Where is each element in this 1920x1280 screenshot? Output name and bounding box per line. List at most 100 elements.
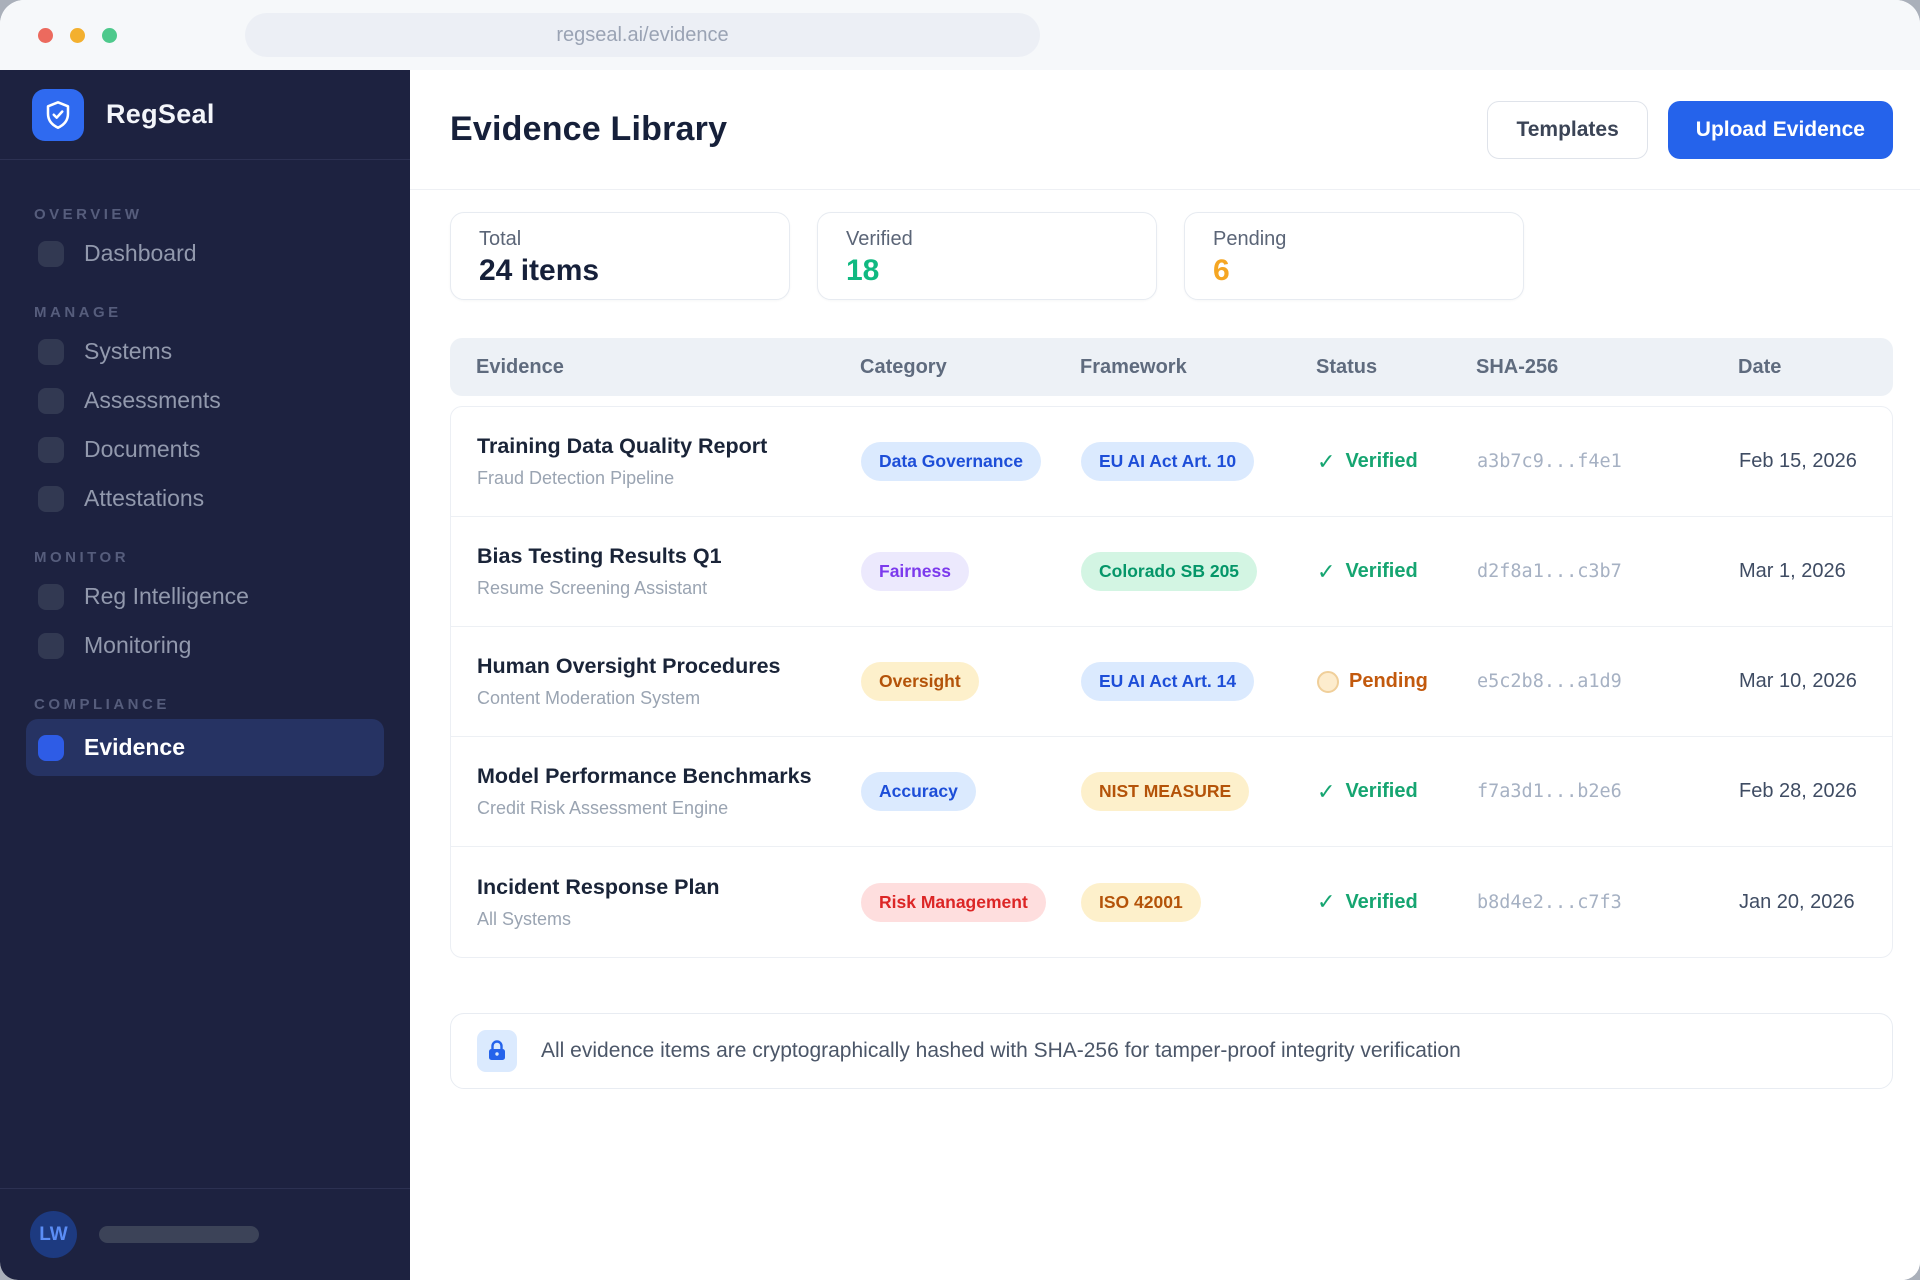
upload-evidence-button[interactable]: Upload Evidence [1667,100,1893,159]
sha256-hash: b8d4e2...c7f3 [1477,891,1622,913]
stat-card-verified: Verified 18 [817,212,1157,300]
page-title: Evidence Library [450,110,728,148]
check-icon: ✓ [1317,448,1336,474]
sidebar-item-documents[interactable]: Documents [26,425,384,474]
status-label: Pending [1349,670,1428,692]
framework-badge: ISO 42001 [1081,882,1201,922]
sidebar-user-footer: LW [0,1188,410,1280]
column-header-category: Category [860,355,947,378]
address-bar[interactable]: regseal.ai/evidence [245,13,1040,57]
sha256-hash: a3b7c9...f4e1 [1477,451,1622,472]
framework-badge: EU AI Act Art. 14 [1081,662,1255,701]
sidebar-item-attestations[interactable]: Attestations [26,474,384,523]
evidence-name: Human Oversight Procedures [477,654,781,678]
framework-badge: NIST MEASURE [1081,772,1250,811]
column-header-status: Status [1316,355,1378,378]
stat-cards: Total 24 items Verified 18 Pending 6 [450,212,1893,300]
evidence-date: Feb 28, 2026 [1739,780,1857,802]
pending-circle-icon [1317,670,1339,693]
close-window-icon[interactable] [38,27,53,43]
evidence-name: Incident Response Plan [477,874,720,899]
stat-label: Total [479,228,522,250]
stat-card-total: Total 24 items [450,212,790,300]
sidebar-item-label: Reg Intelligence [84,583,249,609]
status-badge: ✓ Verified [1317,449,1477,475]
category-badge: Fairness [861,552,969,591]
status-badge: ✓ Verified [1317,779,1477,805]
check-icon: ✓ [1317,558,1336,584]
status-label: Verified [1345,890,1418,913]
sidebar-item-label: Evidence [84,734,185,760]
check-icon: ✓ [1317,778,1336,804]
status-label: Verified [1345,450,1418,472]
check-icon: ✓ [1317,889,1336,914]
sha256-hash: f7a3d1...b2e6 [1477,781,1622,802]
sidebar-item-monitoring[interactable]: Monitoring [26,621,384,670]
sidebar-item-systems[interactable]: Systems [26,327,384,376]
table-row[interactable]: Training Data Quality Report Fraud Detec… [451,407,1892,517]
evidence-name: Model Performance Benchmarks [477,764,812,788]
main-content: Evidence Library Templates Upload Eviden… [410,70,1920,1280]
maximize-window-icon[interactable] [102,27,117,43]
integrity-note-text: All evidence items are cryptographically… [541,1039,1461,1062]
stat-value: 24 items [479,254,600,287]
section-label-manage: MANAGE [34,304,122,321]
stat-card-pending: Pending 6 [1184,212,1524,300]
sidebar-item-reg-intelligence[interactable]: Reg Intelligence [26,572,384,621]
integrity-note: All evidence items are cryptographically… [450,1013,1893,1089]
sidebar-item-dashboard[interactable]: Dashboard [26,229,384,278]
column-header-framework: Framework [1080,355,1187,378]
browser-window: regseal.ai/evidence RegSeal OVERVIEW Das… [0,0,1920,1280]
evidence-system: Resume Screening Assistant [477,578,708,598]
category-badge: Accuracy [861,772,976,811]
lock-icon [477,1030,517,1072]
brand-name: RegSeal [106,99,215,129]
evidence-icon [38,734,64,761]
framework-badge: Colorado SB 205 [1081,552,1258,591]
sidebar-item-label: Assessments [84,387,221,413]
templates-button[interactable]: Templates [1487,100,1648,159]
sidebar-item-label: Dashboard [84,240,197,266]
table-row[interactable]: Model Performance Benchmarks Credit Risk… [451,737,1892,847]
status-badge: ✓ Verified [1317,559,1477,585]
sha256-hash: d2f8a1...c3b7 [1477,561,1622,582]
sha256-hash: e5c2b8...a1d9 [1477,671,1622,692]
status-badge: ✓ Verified [1317,889,1477,915]
status-label: Verified [1345,780,1418,802]
systems-icon [38,338,64,365]
brand: RegSeal [0,70,410,160]
stat-label: Verified [846,228,913,250]
sidebar-item-assessments[interactable]: Assessments [26,376,384,425]
evidence-date: Jan 20, 2026 [1739,890,1855,913]
table-body: Training Data Quality Report Fraud Detec… [450,406,1893,958]
minimize-window-icon[interactable] [70,27,85,43]
evidence-system: Fraud Detection Pipeline [477,468,675,488]
category-badge: Risk Management [861,882,1046,922]
table-row[interactable]: Bias Testing Results Q1 Resume Screening… [451,517,1892,627]
window-controls [38,27,117,43]
avatar[interactable]: LW [30,1211,77,1258]
evidence-name: Bias Testing Results Q1 [477,544,722,568]
stat-value: 18 [846,254,880,287]
sidebar-item-label: Systems [84,338,173,364]
sidebar-item-evidence[interactable]: Evidence [26,719,384,776]
evidence-system: Content Moderation System [477,688,701,708]
attestations-icon [38,485,64,512]
regseal-shield-logo-icon [32,88,84,141]
section-label-compliance: COMPLIANCE [34,696,170,713]
framework-badge: EU AI Act Art. 10 [1081,442,1255,481]
browser-titlebar: regseal.ai/evidence [0,0,1920,70]
stat-label: Pending [1213,228,1287,250]
status-label: Verified [1345,560,1418,582]
assessments-icon [38,387,64,414]
sidebar-item-label: Attestations [84,485,205,511]
evidence-system: Credit Risk Assessment Engine [477,798,729,818]
category-badge: Data Governance [861,442,1041,481]
documents-icon [38,436,64,463]
evidence-system: All Systems [477,908,572,929]
sidebar-item-label: Documents [84,436,201,462]
table-row[interactable]: Incident Response Plan All Systems Risk … [451,847,1892,957]
evidence-date: Mar 10, 2026 [1739,670,1857,692]
user-name-placeholder [99,1226,259,1243]
table-row[interactable]: Human Oversight Procedures Content Moder… [451,627,1892,737]
